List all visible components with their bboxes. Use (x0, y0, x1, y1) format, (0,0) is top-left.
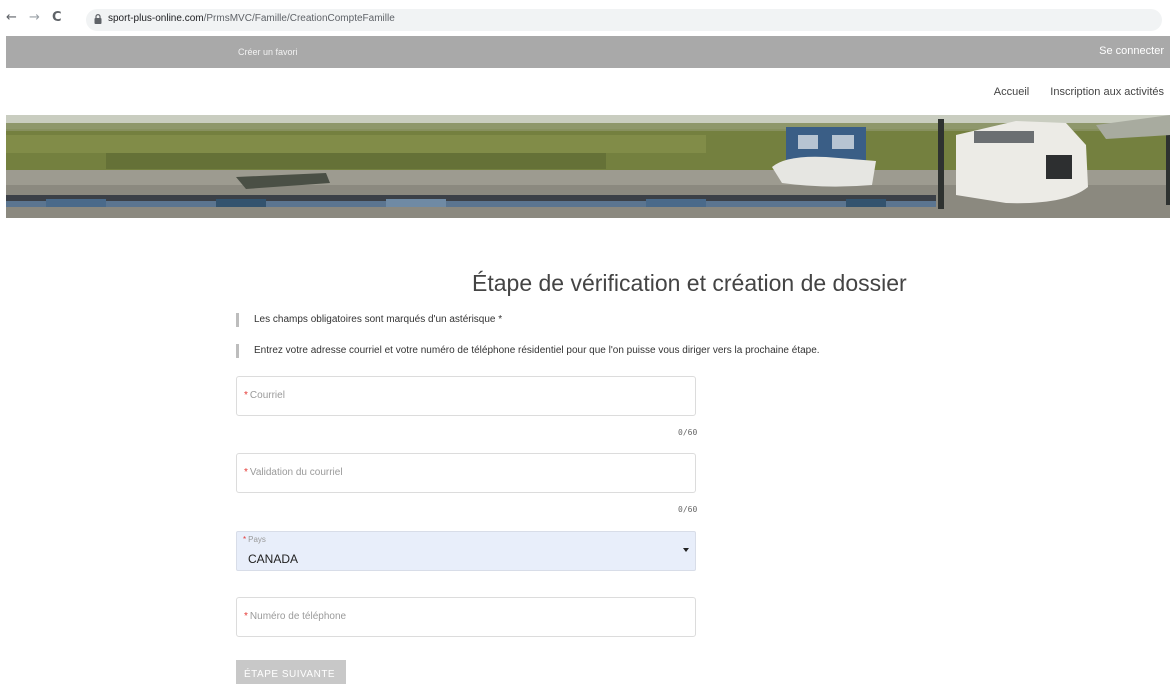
browser-toolbar: ← → C sport-plus-online.com/PrmsMVC/Fami… (0, 0, 1170, 36)
required-asterisk: * (244, 611, 248, 622)
country-label: * Pays (243, 535, 266, 544)
banner-image (6, 115, 1170, 218)
required-asterisk: * (244, 390, 248, 401)
next-step-button[interactable]: ÉTAPE SUIVANTE (236, 660, 346, 684)
email-confirm-field[interactable]: * Validation du courriel (236, 453, 696, 493)
country-selected-value: CANADA (248, 552, 299, 566)
instructions-note: Entrez votre adresse courriel et votre n… (236, 344, 820, 358)
email-confirm-label-text: Validation du courriel (249, 467, 343, 478)
country-select[interactable]: * Pays CANADA (236, 531, 696, 571)
email-char-counter: 0/60 (678, 428, 698, 437)
required-asterisk: * (244, 467, 248, 478)
phone-field[interactable]: * Numéro de téléphone (236, 597, 696, 637)
site-topbar: Créer un favori Se connecter (6, 36, 1170, 68)
required-fields-note: Les champs obligatoires sont marqués d'u… (236, 313, 502, 327)
forward-arrow-icon[interactable]: → (29, 11, 40, 25)
main-nav: Accueil Inscription aux activités (976, 86, 1164, 98)
page-title: Étape de vérification et création de dos… (472, 270, 907, 296)
create-favorite-link[interactable]: Créer un favori (238, 47, 298, 57)
url-text: sport-plus-online.com/PrmsMVC/Famille/Cr… (108, 13, 395, 24)
email-label-text: Courriel (249, 390, 285, 401)
reload-icon[interactable]: C (52, 11, 62, 25)
required-asterisk: * (243, 535, 247, 544)
email-confirm-label: * Validation du courriel (244, 467, 343, 478)
url-path: /PrmsMVC/Famille/CreationCompteFamille (203, 13, 395, 24)
nav-item-home[interactable]: Accueil (994, 86, 1029, 98)
marina-scene-icon (6, 115, 1170, 218)
nav-item-activities[interactable]: Inscription aux activités (1050, 86, 1164, 98)
email-field[interactable]: * Courriel (236, 376, 696, 416)
email-label: * Courriel (244, 390, 285, 401)
dropdown-caret-icon (683, 548, 689, 552)
url-host: sport-plus-online.com (108, 13, 204, 24)
lock-icon (94, 14, 102, 24)
address-bar[interactable]: sport-plus-online.com/PrmsMVC/Famille/Cr… (86, 9, 1162, 31)
back-arrow-icon[interactable]: ← (6, 11, 17, 25)
login-link[interactable]: Se connecter (1099, 45, 1164, 57)
phone-label: * Numéro de téléphone (244, 611, 346, 622)
email-confirm-char-counter: 0/60 (678, 505, 698, 514)
country-label-text: Pays (248, 535, 266, 544)
phone-label-text: Numéro de téléphone (249, 611, 347, 622)
